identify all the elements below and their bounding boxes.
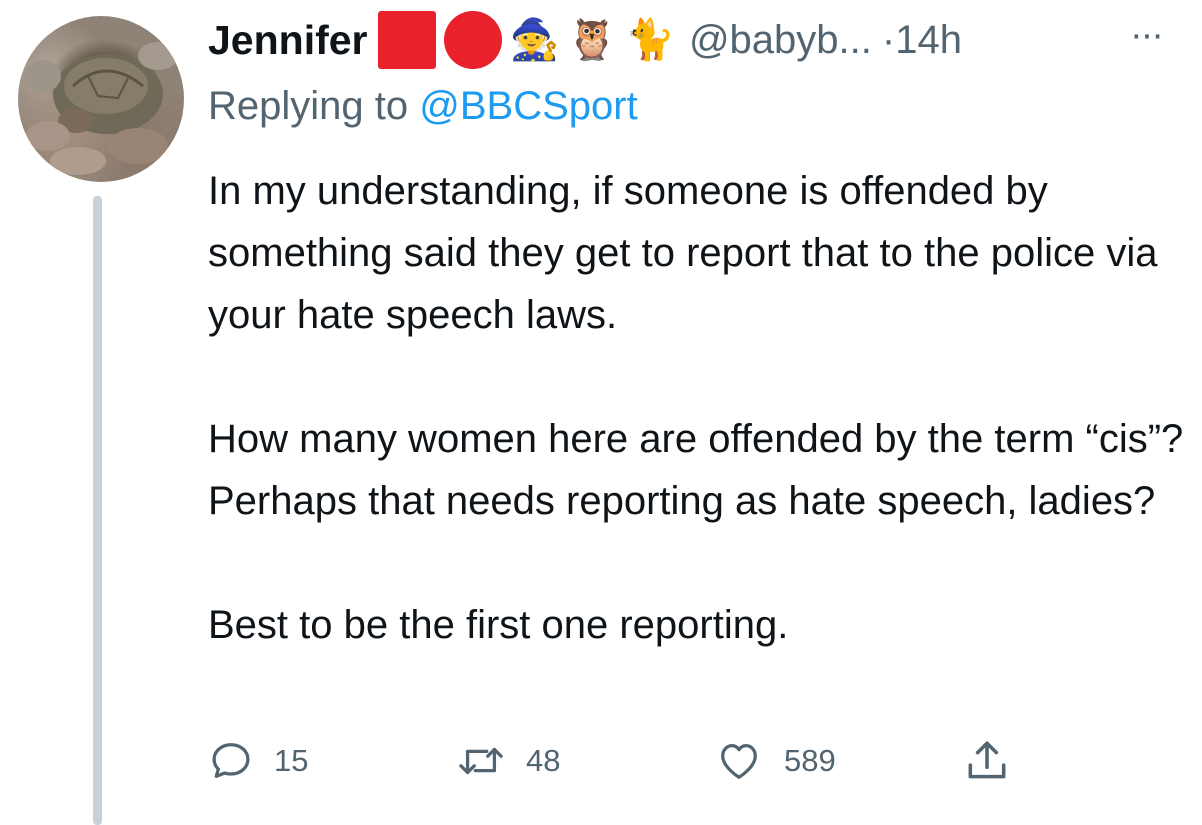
author-handle[interactable]: @babyb... xyxy=(689,18,872,63)
red-circle-icon xyxy=(443,11,502,69)
retweet-count: 48 xyxy=(526,743,561,778)
replying-mention-link[interactable]: @BBCSport xyxy=(419,84,637,128)
retweet-icon xyxy=(459,747,503,775)
like-button[interactable]: 589 xyxy=(714,734,836,788)
tweet-paragraph: Best to be the first one reporting. xyxy=(208,603,789,647)
avatar[interactable] xyxy=(18,16,184,182)
replying-to: Replying to @BBCSport xyxy=(208,84,638,129)
name-flair: 🧙 🦉 🐈 xyxy=(377,11,675,69)
time-value: 14h xyxy=(895,17,962,62)
share-button[interactable] xyxy=(962,734,1012,788)
reply-icon xyxy=(212,743,250,778)
red-square-icon xyxy=(377,11,436,69)
replying-label: Replying to xyxy=(208,84,420,128)
mage-emoji-icon: 🧙 xyxy=(509,17,560,63)
like-count: 589 xyxy=(784,743,836,778)
time-separator: · xyxy=(881,17,896,62)
tweet-text: In my understanding, if someone is offen… xyxy=(208,160,1188,656)
black-cat-emoji-icon: 🐈 xyxy=(625,17,675,63)
tweet-header: Jennifer 🧙 🦉 🐈 @babyb... ·14h xyxy=(208,11,962,69)
more-options-icon[interactable]: ··· xyxy=(1130,14,1164,57)
reply-button[interactable]: 15 xyxy=(208,734,308,788)
tortoise-photo xyxy=(25,42,178,175)
owl-emoji-icon: 🦉 xyxy=(567,17,618,63)
reply-count: 15 xyxy=(274,743,309,778)
share-icon xyxy=(968,741,1006,779)
thread-line xyxy=(93,196,102,825)
retweet-button[interactable]: 48 xyxy=(456,734,560,788)
like-icon xyxy=(721,744,757,779)
timestamp[interactable]: ·14h xyxy=(882,18,962,63)
author-name[interactable]: Jennifer xyxy=(208,17,368,64)
tweet-paragraph: How many women here are offended by the … xyxy=(208,417,1184,523)
tweet-paragraph: In my understanding, if someone is offen… xyxy=(208,169,1158,337)
